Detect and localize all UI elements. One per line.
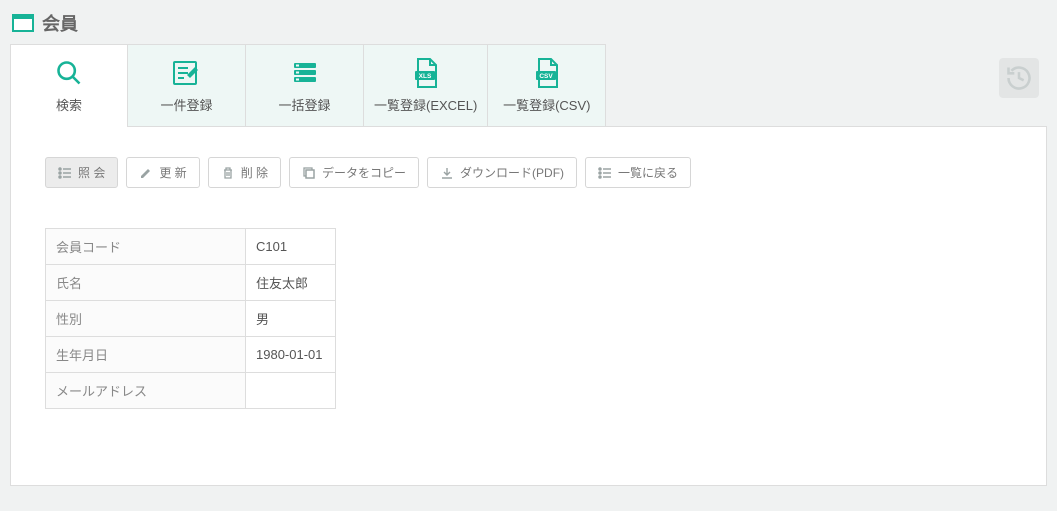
field-value: 住友太郎 xyxy=(246,265,336,301)
button-label: 一覧に戻る xyxy=(618,164,678,181)
tabs: 検索 一件登録 一括登録 xyxy=(0,44,1057,126)
tab-label: 一件登録 xyxy=(160,95,212,114)
download-icon xyxy=(440,166,454,180)
button-label: ダウンロード(PDF) xyxy=(460,164,564,181)
tab-label: 一覧登録(EXCEL) xyxy=(374,95,477,114)
field-label: 氏名 xyxy=(46,265,246,301)
list-icon xyxy=(598,166,612,180)
trash-icon xyxy=(221,166,235,180)
stack-icon xyxy=(290,59,320,87)
delete-button[interactable]: 削 除 xyxy=(208,157,281,188)
tab-list-csv[interactable]: CSV 一覧登録(CSV) xyxy=(488,44,606,126)
copy-button[interactable]: データをコピー xyxy=(289,157,419,188)
svg-text:XLS: XLS xyxy=(418,73,431,80)
button-label: 照 会 xyxy=(78,164,105,181)
table-row: 会員コード C101 xyxy=(46,229,336,265)
field-label: 生年月日 xyxy=(46,337,246,373)
tab-single-register[interactable]: 一件登録 xyxy=(128,44,246,126)
csv-file-icon: CSV xyxy=(533,59,561,87)
view-button[interactable]: 照 会 xyxy=(45,157,118,188)
field-label: 性別 xyxy=(46,301,246,337)
table-row: 氏名 住友太郎 xyxy=(46,265,336,301)
svg-text:CSV: CSV xyxy=(539,73,553,80)
content-panel: 照 会 更 新 削 除 xyxy=(10,126,1047,486)
xls-file-icon: XLS xyxy=(412,59,440,87)
list-icon xyxy=(58,166,72,180)
window-icon xyxy=(12,14,34,32)
tab-search[interactable]: 検索 xyxy=(10,44,128,126)
field-label: メールアドレス xyxy=(46,373,246,409)
button-label: 更 新 xyxy=(159,164,186,181)
search-icon xyxy=(55,59,83,87)
edit-button[interactable]: 更 新 xyxy=(126,157,199,188)
toolbar: 照 会 更 新 削 除 xyxy=(45,157,1012,188)
tab-label: 一覧登録(CSV) xyxy=(503,95,590,114)
field-label: 会員コード xyxy=(46,229,246,265)
edit-doc-icon xyxy=(172,59,202,87)
page-title: 会員 xyxy=(42,10,78,36)
copy-icon xyxy=(302,166,316,180)
field-value: C101 xyxy=(246,229,336,265)
page-header: 会員 xyxy=(0,0,1057,44)
download-button[interactable]: ダウンロード(PDF) xyxy=(427,157,577,188)
back-button[interactable]: 一覧に戻る xyxy=(585,157,691,188)
tab-label: 一括登録 xyxy=(278,95,330,114)
button-label: データをコピー xyxy=(322,164,406,181)
field-value: 1980-01-01 xyxy=(246,337,336,373)
field-value: 男 xyxy=(246,301,336,337)
tab-label: 検索 xyxy=(56,95,82,114)
detail-table: 会員コード C101 氏名 住友太郎 性別 男 生年月日 1980-01-01 … xyxy=(45,228,336,409)
tab-bulk-register[interactable]: 一括登録 xyxy=(246,44,364,126)
history-button[interactable] xyxy=(999,58,1039,98)
tab-list-excel[interactable]: XLS 一覧登録(EXCEL) xyxy=(364,44,488,126)
pencil-icon xyxy=(139,166,153,180)
table-row: メールアドレス xyxy=(46,373,336,409)
table-row: 生年月日 1980-01-01 xyxy=(46,337,336,373)
field-value xyxy=(246,373,336,409)
button-label: 削 除 xyxy=(241,164,268,181)
table-row: 性別 男 xyxy=(46,301,336,337)
